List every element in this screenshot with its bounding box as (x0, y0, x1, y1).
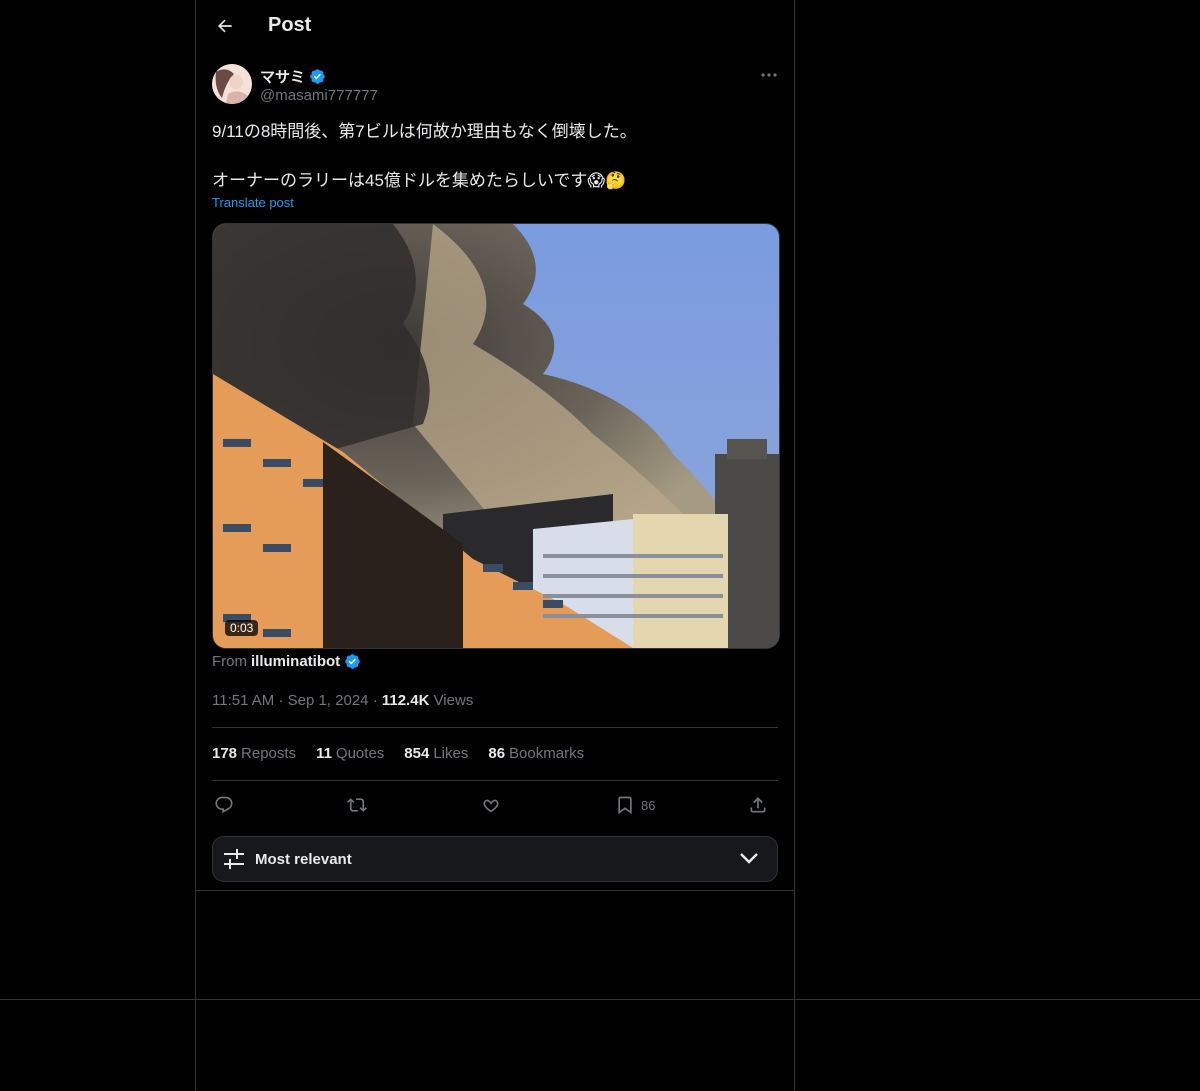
verified-badge-icon (310, 69, 325, 84)
page-title: Post (268, 14, 312, 36)
translate-post-link[interactable]: Translate post (212, 195, 294, 210)
divider (195, 890, 795, 891)
bookmarks-label: Bookmarks (509, 745, 585, 762)
likes-count: 854 (404, 745, 430, 762)
repost-icon (347, 798, 367, 812)
post-date[interactable]: Sep 1, 2024 (288, 692, 369, 709)
share-button[interactable] (748, 792, 768, 818)
views-count: 112.4K (381, 692, 430, 709)
sort-replies-dropdown[interactable]: Most relevant (212, 836, 778, 882)
reposts-stat[interactable]: 178 Reposts (212, 745, 296, 762)
reply-button[interactable] (214, 792, 234, 818)
main-column: Post マサミ @masami777777 9/11の8時間後、第7ビルは何故… (195, 0, 795, 1091)
post-text-line-2: オーナーのラリーは45億ドルを集めたらしいです😱🤔 (212, 171, 627, 190)
share-icon (750, 797, 766, 813)
likes-stat[interactable]: 854 Likes (404, 745, 468, 762)
back-button[interactable] (208, 9, 242, 43)
post-meta: 11:51 AM · Sep 1, 2024 · 112.4K Views (212, 692, 473, 709)
reposts-label: Reposts (241, 745, 297, 762)
bookmark-button[interactable]: 86 (615, 792, 655, 818)
action-bar: 86 (212, 792, 778, 818)
video-player[interactable]: 0:03 (212, 223, 780, 649)
heart-icon (483, 799, 499, 813)
divider (0, 999, 1200, 1000)
bookmark-count: 86 (641, 797, 656, 813)
post-text: 9/11の8時間後、第7ビルは何故か理由もなく倒壊した。 オーナーのラリーは45… (212, 120, 772, 193)
bookmarks-stat: 86 Bookmarks (488, 745, 584, 762)
bookmark-icon (618, 796, 632, 815)
more-dots-icon (761, 73, 777, 77)
meta-separator: · (372, 692, 378, 709)
views-label: Views (433, 692, 474, 709)
quotes-count: 11 (316, 745, 332, 762)
header: Post (196, 0, 794, 53)
engagement-stats: 178 Reposts 11 Quotes 854 Likes 86 Bookmarks (212, 745, 584, 762)
post-time[interactable]: 11:51 AM (212, 692, 274, 709)
sort-label: Most relevant (255, 851, 352, 868)
verified-badge-icon (345, 654, 360, 669)
avatar-image (212, 64, 252, 104)
divider (212, 727, 778, 728)
like-button[interactable] (481, 792, 501, 818)
back-arrow-icon (218, 19, 232, 33)
post-text-line-1: 9/11の8時間後、第7ビルは何故か理由もなく倒壊した。 (212, 122, 637, 141)
video-duration: 0:03 (225, 620, 259, 636)
repost-button[interactable] (347, 792, 367, 818)
author-name[interactable]: マサミ (260, 66, 326, 87)
media-source: From illuminatibot (212, 653, 361, 670)
chevron-down-icon (740, 853, 758, 864)
video-frame (213, 224, 779, 648)
media-source-prefix: From (212, 653, 247, 670)
divider (212, 780, 778, 781)
bookmarks-count: 86 (488, 745, 506, 762)
media-source-name[interactable]: illuminatibot (251, 653, 340, 670)
avatar[interactable] (212, 64, 252, 104)
reply-icon (215, 796, 233, 814)
meta-separator: · (278, 692, 284, 709)
more-options-button[interactable] (754, 64, 784, 86)
author-handle[interactable]: @masami777777 (260, 87, 378, 104)
reposts-count: 178 (212, 745, 238, 762)
likes-label: Likes (433, 745, 469, 762)
author-display-name[interactable]: マサミ (260, 66, 305, 87)
filter-sliders-icon (224, 849, 244, 869)
quotes-stat[interactable]: 11 Quotes (316, 745, 384, 762)
quotes-label: Quotes (335, 745, 385, 762)
